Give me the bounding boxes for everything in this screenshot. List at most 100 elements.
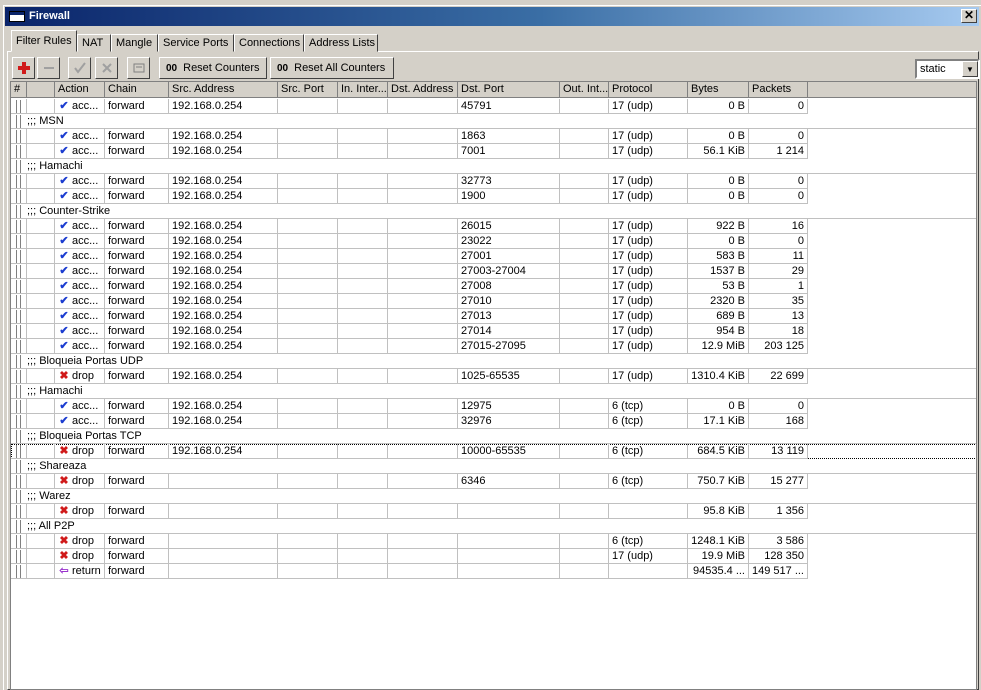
action-label: acc... bbox=[72, 220, 99, 232]
table-row[interactable]: ✖ drop forward 6 (tcp) 1248.1 KiB 3 586 bbox=[11, 534, 976, 549]
filter-rules-table[interactable]: # Action Chain Src. Address Src. Port In. Int… bbox=[10, 81, 977, 690]
table-row[interactable]: ✖ drop forward 95.8 KiB 1 356 bbox=[11, 504, 976, 519]
cell-bytes: 2320 B bbox=[688, 294, 749, 309]
drag-handle-icon[interactable] bbox=[16, 355, 21, 368]
comment-row[interactable]: ;;; Hamachi bbox=[11, 384, 976, 399]
comment-row[interactable]: ;;; Bloqueia Portas UDP bbox=[11, 354, 976, 369]
cell-chain: forward bbox=[105, 294, 169, 309]
header-col-src-address[interactable]: Src. Address bbox=[169, 82, 278, 98]
cell-action: ✔ acc... bbox=[55, 294, 105, 309]
action-label: drop bbox=[72, 370, 95, 382]
tab-service-ports[interactable]: Service Ports bbox=[158, 34, 234, 52]
remove-button[interactable] bbox=[37, 57, 60, 79]
comment-row[interactable]: ;;; Warez bbox=[11, 489, 976, 504]
table-row[interactable]: ✔ acc... forward 192.168.0.254 23022 17 (udp)… bbox=[11, 234, 976, 249]
cell-src-address: 192.168.0.254 bbox=[169, 129, 278, 144]
cell-in-interface bbox=[338, 324, 388, 339]
header-col-out-interface[interactable]: Out. Int... bbox=[560, 82, 609, 98]
table-row[interactable]: ✖ drop forward 17 (udp) 19.9 MiB 128 350 bbox=[11, 549, 976, 564]
filter-select[interactable]: static ▼ bbox=[915, 59, 980, 79]
drag-handle-icon[interactable] bbox=[16, 460, 21, 473]
cell-packets: 13 bbox=[749, 309, 808, 324]
comment-row[interactable]: ;;; Bloqueia Portas TCP bbox=[11, 429, 976, 444]
check-icon: ✔ bbox=[59, 175, 69, 187]
comment-row[interactable]: ;;; Shareaza bbox=[11, 459, 976, 474]
header-col-num[interactable]: # bbox=[11, 82, 27, 98]
cell-dst-address bbox=[388, 219, 458, 234]
table-row[interactable]: ✔ acc... forward 192.168.0.254 27013 17 (udp)… bbox=[11, 309, 976, 324]
header-col-in-interface[interactable]: In. Inter... bbox=[338, 82, 388, 98]
table-row[interactable]: ✔ acc... forward 192.168.0.254 27001 17 (udp)… bbox=[11, 249, 976, 264]
comment-row[interactable]: ;;; Counter-Strike bbox=[11, 204, 976, 219]
header-col-src-port[interactable]: Src. Port bbox=[278, 82, 338, 98]
disable-button[interactable] bbox=[95, 57, 118, 79]
title-bar[interactable]: Firewall ✕ bbox=[5, 7, 979, 26]
tab-filter-rules[interactable]: Filter Rules bbox=[11, 30, 77, 52]
table-row[interactable]: ✔ acc... forward 192.168.0.254 32773 17 (udp)… bbox=[11, 174, 976, 189]
table-row[interactable]: ✔ acc... forward 192.168.0.254 27014 17 (udp)… bbox=[11, 324, 976, 339]
comment-row[interactable]: ;;; All P2P bbox=[11, 519, 976, 534]
table-row[interactable]: ✔ acc... forward 192.168.0.254 26015 17 (udp)… bbox=[11, 219, 976, 234]
close-icon[interactable]: ✕ bbox=[961, 9, 977, 23]
reset-counters-button[interactable]: 00 Reset Counters bbox=[159, 57, 267, 79]
table-row[interactable]: ✔ acc... forward 192.168.0.254 12975 6 (tcp) 0… bbox=[11, 399, 976, 414]
drag-handle-icon[interactable] bbox=[16, 385, 21, 398]
cell-chain: forward bbox=[105, 414, 169, 429]
tab-address-lists[interactable]: Address Lists bbox=[304, 34, 378, 52]
table-row[interactable]: ✔ acc... forward 192.168.0.254 27010 17 (udp)… bbox=[11, 294, 976, 309]
cross-icon: ✖ bbox=[59, 370, 69, 382]
header-col-chain[interactable]: Chain bbox=[105, 82, 169, 98]
cell-num bbox=[11, 279, 27, 294]
drag-handle-icon[interactable] bbox=[16, 490, 21, 503]
action-label: acc... bbox=[72, 250, 99, 262]
tab-mangle[interactable]: Mangle bbox=[111, 34, 158, 52]
cell-out-interface bbox=[560, 414, 609, 429]
table-row[interactable]: ✔ acc... forward 192.168.0.254 32976 6 (tcp) 1… bbox=[11, 414, 976, 429]
header-col-action[interactable]: Action bbox=[55, 82, 105, 98]
header-col-dst-address[interactable]: Dst. Address bbox=[388, 82, 458, 98]
reset-all-counters-button[interactable]: 00 Reset All Counters bbox=[270, 57, 394, 79]
tab-nat[interactable]: NAT bbox=[77, 34, 111, 52]
table-row[interactable]: ✔ acc... forward 192.168.0.254 27003-27004 17… bbox=[11, 264, 976, 279]
drag-handle-icon[interactable] bbox=[16, 430, 21, 443]
cell-dst-port: 23022 bbox=[458, 234, 560, 249]
cell-num bbox=[11, 414, 27, 429]
header-blank[interactable] bbox=[27, 82, 55, 98]
add-button[interactable] bbox=[12, 57, 35, 79]
table-row[interactable]: ✔ acc... forward 192.168.0.254 1863 17 (udp) 0… bbox=[11, 129, 976, 144]
table-row[interactable]: ✔ acc... forward 192.168.0.254 27008 17 (udp)… bbox=[11, 279, 976, 294]
table-row[interactable]: ✔ acc... forward 192.168.0.254 45791 17 (udp)… bbox=[11, 99, 976, 114]
action-label: drop bbox=[72, 445, 95, 457]
table-row[interactable]: ✔ acc... forward 192.168.0.254 1900 17 (udp) 0… bbox=[11, 189, 976, 204]
comment-button[interactable] bbox=[127, 57, 150, 79]
header-col-dst-port[interactable]: Dst. Port bbox=[458, 82, 560, 98]
enable-button[interactable] bbox=[68, 57, 91, 79]
drag-handle-icon[interactable] bbox=[16, 520, 21, 533]
table-row[interactable]: ✖ drop forward 6346 6 (tcp) 750.7 KiB 15 277 bbox=[11, 474, 976, 489]
cell-src-address: 192.168.0.254 bbox=[169, 444, 278, 459]
comment-row[interactable]: ;;; MSN bbox=[11, 114, 976, 129]
cell-src-address: 192.168.0.254 bbox=[169, 189, 278, 204]
cell-out-interface bbox=[560, 294, 609, 309]
cell-packets: 0 bbox=[749, 189, 808, 204]
cell-in-interface bbox=[338, 144, 388, 159]
drag-handle-icon[interactable] bbox=[16, 115, 21, 128]
cell-packets: 13 119 bbox=[749, 444, 808, 459]
cell-src-address: 192.168.0.254 bbox=[169, 249, 278, 264]
header-col-protocol[interactable]: Protocol bbox=[609, 82, 688, 98]
cell-in-interface bbox=[338, 174, 388, 189]
tab-connections[interactable]: Connections bbox=[234, 34, 304, 52]
table-row[interactable]: ✖ drop forward 192.168.0.254 1025-65535 17 (u… bbox=[11, 369, 976, 384]
header-col-bytes[interactable]: Bytes bbox=[688, 82, 749, 98]
comment-row[interactable]: ;;; Hamachi bbox=[11, 159, 976, 174]
table-row[interactable]: ✖ drop forward 192.168.0.254 10000-65535 6 (t… bbox=[11, 444, 976, 459]
drag-handle-icon[interactable] bbox=[16, 160, 21, 173]
table-row[interactable]: ⇦ return forward 94535.4 ... 149 517 ... bbox=[11, 564, 976, 579]
cell-bytes: 684.5 KiB bbox=[688, 444, 749, 459]
chevron-down-icon[interactable]: ▼ bbox=[962, 61, 978, 77]
check-icon: ✔ bbox=[59, 190, 69, 202]
table-row[interactable]: ✔ acc... forward 192.168.0.254 27015-27095 17… bbox=[11, 339, 976, 354]
table-row[interactable]: ✔ acc... forward 192.168.0.254 7001 17 (udp) 5… bbox=[11, 144, 976, 159]
drag-handle-icon[interactable] bbox=[16, 205, 21, 218]
header-col-packets[interactable]: Packets bbox=[749, 82, 808, 98]
